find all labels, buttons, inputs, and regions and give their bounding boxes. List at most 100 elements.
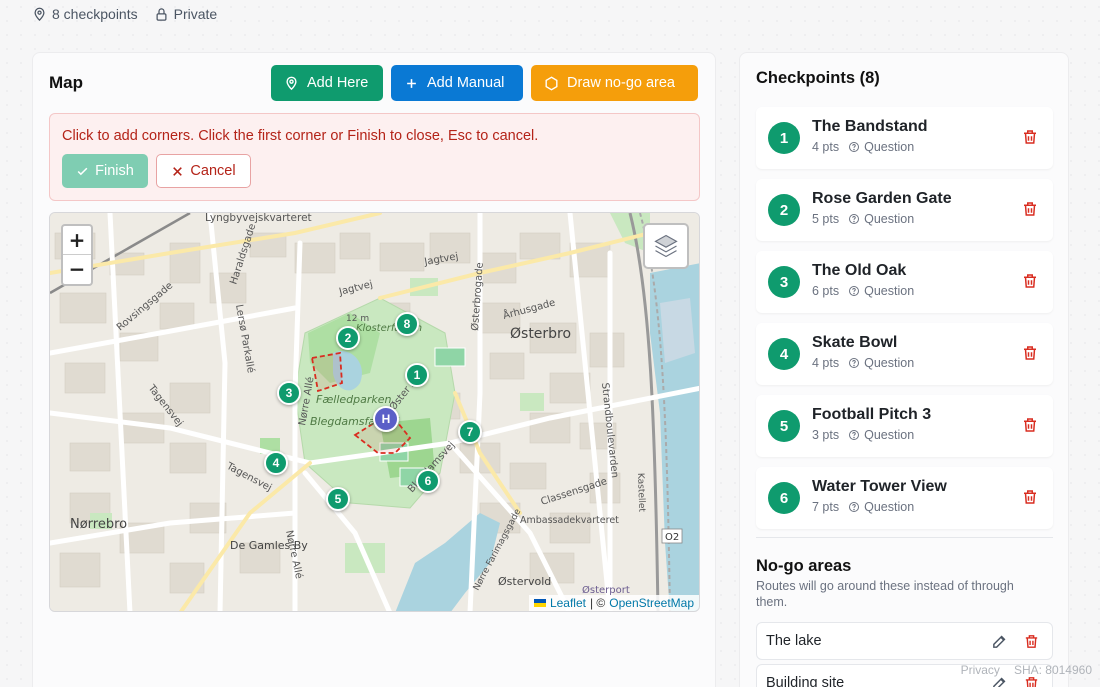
home-marker[interactable]: H [373,406,399,432]
help-circle-icon [849,142,860,152]
checkpoint-number: 4 [768,338,800,370]
visibility: Private [154,6,218,22]
trash-icon[interactable] [1021,488,1039,506]
map-label-route-o2: O2 [665,532,679,543]
checkpoint-number: 6 [768,482,800,514]
build-sha: SHA: 8014960 [1013,663,1092,677]
checkpoint-name: Rose Garden Gate [812,190,952,207]
trash-icon[interactable] [1021,344,1039,362]
help-circle-icon [849,286,860,296]
trash-icon[interactable] [1021,128,1039,146]
checkpoint-meta: 3 pts Question [812,428,914,442]
finish-button[interactable]: Finish [62,154,148,188]
checkpoint-name: Skate Bowl [812,334,898,351]
checkpoints-title: Checkpoints (8) [756,69,880,87]
add-manual-label: Add Manual [427,75,505,91]
layers-control[interactable] [643,223,689,269]
map-marker-6[interactable]: 6 [416,469,440,493]
layers-icon [654,234,678,258]
checkpoint-meta: 6 pts Question [812,284,914,298]
map-label-faelledparken: Fælledparken [316,393,392,406]
check-icon [77,167,88,175]
checkpoint-name: Football Pitch 3 [812,406,932,423]
map-toolbar: Add Here Add Manual Draw no-go area [271,65,698,101]
help-circle-icon [849,214,860,224]
trash-icon[interactable] [1023,633,1040,650]
checkpoint-points: 5 pts [812,212,840,226]
checkpoints-panel: Checkpoints (8) 1 The Bandstand 4 pts Qu… [739,52,1069,687]
pencil-icon[interactable] [991,633,1008,650]
checkpoint-item[interactable]: 3 The Old Oak 6 pts Question [756,251,1053,313]
leaflet-link[interactable]: Leaflet [550,596,586,610]
close-icon [173,166,183,176]
checkpoint-points: 3 pts [812,428,840,442]
checkpoint-item[interactable]: 5 Football Pitch 3 3 pts Question [756,395,1053,457]
checkpoint-number: 5 [768,410,800,442]
checkpoint-type-label: Question [864,284,915,298]
map-label-de-gamles-by: De Gamles By [230,539,308,552]
zoom-out-button[interactable]: − [63,255,91,284]
checkpoint-item[interactable]: 1 The Bandstand 4 pts Question [756,107,1053,169]
map-label-kastellet: Kastellet [635,473,646,513]
checkpoint-number: 3 [768,266,800,298]
map-marker-2[interactable]: 2 [336,326,360,350]
zoom-in-button[interactable]: + [63,226,91,255]
map-marker-4[interactable]: 4 [264,451,288,475]
nogo-title: No-go areas [756,557,852,575]
nogo-name: The lake [766,633,822,649]
checkpoint-item[interactable]: 4 Skate Bowl 4 pts Question [756,323,1053,385]
help-circle-icon [849,502,860,512]
trash-icon[interactable] [1021,200,1039,218]
draw-nogo-button[interactable]: Draw no-go area [531,65,698,101]
nogo-item[interactable]: The lake [756,622,1053,660]
map-label-lyngbyvej: Lyngbyvejskvarteret [205,213,312,224]
checkpoints-count-label: 8 checkpoints [52,6,138,22]
checkpoint-points: 4 pts [812,140,840,154]
privacy-link[interactable]: Privacy [961,663,1000,677]
checkpoint-type-label: Question [864,428,915,442]
trash-icon[interactable] [1021,416,1039,434]
cancel-label: Cancel [190,163,236,179]
footer: Privacy SHA: 8014960 [961,663,1092,677]
map-pin-icon [34,7,45,21]
map-marker-5[interactable]: 5 [326,487,350,511]
attribution-separator: | © [589,596,606,610]
add-here-button[interactable]: Add Here [271,65,383,101]
hexagon-icon [545,75,558,91]
map-marker-3[interactable]: 3 [277,381,301,405]
checkpoint-name: Water Tower View [812,478,947,495]
checkpoint-item[interactable]: 2 Rose Garden Gate 5 pts Question [756,179,1053,241]
checkpoint-meta: 7 pts Question [812,500,914,514]
checkpoint-type: Question [848,140,914,154]
add-manual-button[interactable]: Add Manual [391,65,523,101]
map-label-elevation: 12 m [346,314,369,324]
checkpoint-meta: 4 pts Question [812,140,914,154]
checkpoint-type: Question [848,356,914,370]
checkpoint-number: 2 [768,194,800,226]
map-marker-1[interactable]: 1 [405,363,429,387]
checkpoint-type: Question [848,212,914,226]
checkpoint-name: The Old Oak [812,262,907,279]
checkpoint-type: Question [848,284,914,298]
checkpoint-type-label: Question [864,140,915,154]
map-label-norrebro: Nørrebro [70,517,127,532]
map-view[interactable]: Lyngbyvejskvarteret Jagtvej Jagtvej Hara… [49,212,700,612]
finish-label: Finish [95,163,134,179]
osm-link[interactable]: OpenStreetMap [609,596,694,610]
draw-nogo-label: Draw no-go area [567,75,675,91]
cancel-button[interactable]: Cancel [156,154,251,188]
checkpoint-type: Question [848,500,914,514]
visibility-label: Private [173,6,218,22]
map-marker-7[interactable]: 7 [458,420,482,444]
map-marker-8[interactable]: 8 [395,312,419,336]
draw-instructions-alert: Click to add corners. Click the first co… [49,113,700,201]
checkpoint-type-label: Question [864,500,915,514]
trash-icon[interactable] [1021,272,1039,290]
checkpoint-item[interactable]: 6 Water Tower View 7 pts Question [756,467,1053,529]
checkpoint-points: 6 pts [812,284,840,298]
nogo-name: Building site [766,675,845,687]
ukraine-flag-icon [533,599,546,607]
checkpoint-number: 1 [768,122,800,154]
checkpoint-type: Question [848,428,914,442]
checkpoint-meta: 5 pts Question [812,212,914,226]
